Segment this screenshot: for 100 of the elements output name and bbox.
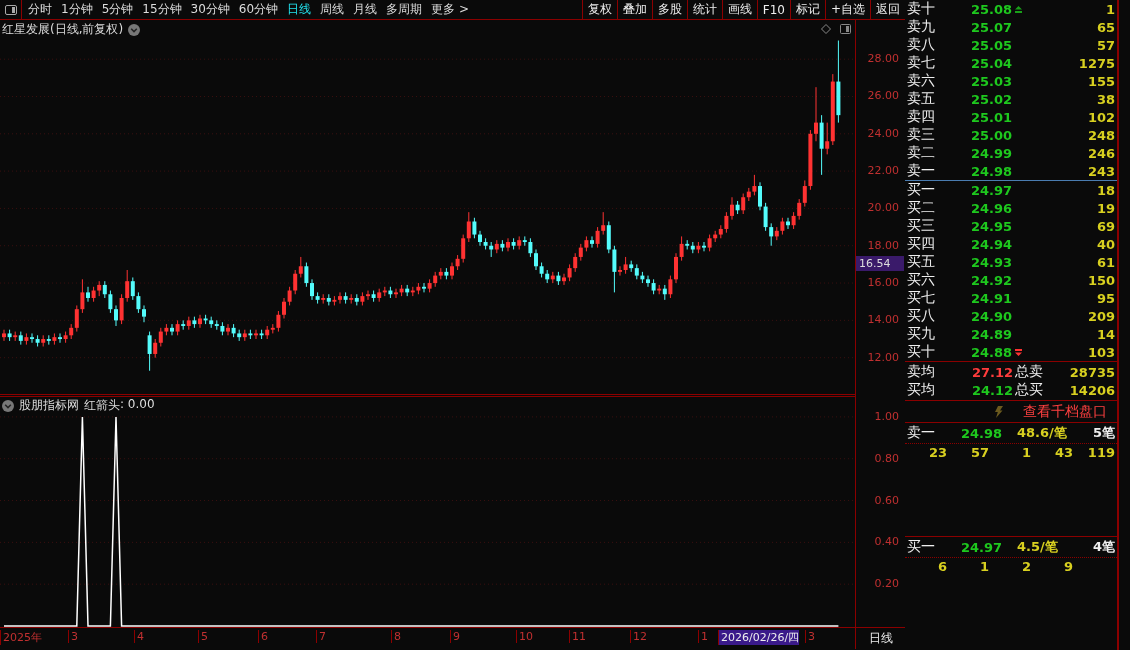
price-value: 25.04 bbox=[971, 55, 1013, 71]
price-value: 25.02 bbox=[971, 91, 1013, 107]
date-label: 7 bbox=[316, 630, 326, 643]
date-label: 11 bbox=[569, 630, 586, 643]
period-tab[interactable]: 日线 bbox=[287, 1, 312, 18]
price-value: 24.88 bbox=[971, 344, 1013, 360]
dropdown-icon[interactable] bbox=[2, 399, 14, 412]
price-value: 24.95 bbox=[971, 218, 1013, 234]
date-label: 3 bbox=[805, 630, 815, 643]
period-tab[interactable]: 更多 > bbox=[431, 1, 469, 18]
total-label: 总卖 bbox=[1015, 363, 1044, 381]
period-tab[interactable]: 分时 bbox=[28, 1, 52, 18]
average-price: 24.12 bbox=[971, 382, 1014, 398]
date-label: 2026/02/26/四 bbox=[718, 630, 800, 645]
price-value: 24.93 bbox=[971, 254, 1013, 270]
queue-price: 24.97 bbox=[961, 539, 1004, 555]
chart-title: 红星发展(日线,前复权) bbox=[2, 21, 124, 38]
price-value: 25.01 bbox=[971, 109, 1013, 125]
price-value: 25.00 bbox=[971, 127, 1013, 143]
volume-value: 243 bbox=[1086, 163, 1116, 179]
queue-price: 24.98 bbox=[961, 425, 1004, 441]
toolbar-button[interactable]: 统计 bbox=[686, 0, 722, 19]
volume-value: 155 bbox=[1086, 73, 1116, 89]
date-label: 4 bbox=[134, 630, 144, 643]
average-price: 27.12 bbox=[971, 364, 1014, 380]
order-size: 43 bbox=[1053, 445, 1073, 461]
depth-link[interactable]: 查看千档盘口 bbox=[1023, 402, 1108, 421]
axis-label: 0.20 bbox=[874, 577, 899, 591]
level-label: 买五 bbox=[907, 253, 936, 271]
axis-label: 18.00 bbox=[867, 238, 899, 252]
period-label: 日线 bbox=[868, 630, 893, 647]
average-label: 卖均 bbox=[907, 363, 936, 381]
series-name: 红箭头 bbox=[84, 397, 120, 414]
period-tab[interactable]: 60分钟 bbox=[238, 1, 279, 18]
period-tab[interactable]: 15分钟 bbox=[142, 1, 182, 18]
level-label: 买八 bbox=[907, 307, 936, 325]
toolbar-button[interactable]: 多股 bbox=[651, 0, 687, 19]
toolbar-button[interactable]: +自选 bbox=[824, 0, 870, 19]
volume-value: 57 bbox=[1095, 37, 1116, 53]
level-label: 买七 bbox=[907, 289, 936, 307]
queue-label: 买一 bbox=[907, 538, 936, 557]
down-arrow-icon bbox=[1015, 348, 1023, 356]
price-value: 25.03 bbox=[971, 73, 1013, 89]
price-value: 24.91 bbox=[971, 290, 1013, 306]
toolbar-button[interactable]: 复权 bbox=[581, 0, 617, 19]
toolbar-button[interactable]: 叠加 bbox=[616, 0, 652, 19]
axis-label: 12.00 bbox=[867, 350, 899, 364]
dropdown-icon[interactable] bbox=[128, 23, 141, 36]
date-label: 6 bbox=[258, 630, 268, 643]
volume-value: 69 bbox=[1095, 218, 1116, 234]
price-value: 25.05 bbox=[971, 37, 1013, 53]
order-size: 23 bbox=[927, 445, 947, 461]
order-size: 2 bbox=[1020, 559, 1031, 575]
volume-value: 14 bbox=[1095, 326, 1116, 342]
price-value: 25.07 bbox=[971, 19, 1013, 35]
toolbar-button[interactable]: 标记 bbox=[789, 0, 825, 19]
date-label: 9 bbox=[450, 630, 460, 643]
period-tab[interactable]: 1分钟 bbox=[61, 1, 93, 18]
order-count: 4笔 bbox=[1092, 538, 1116, 557]
period-tab[interactable]: 30分钟 bbox=[190, 1, 230, 18]
level-label: 卖三 bbox=[907, 126, 936, 144]
volume-value: 65 bbox=[1095, 19, 1116, 35]
axis-label: 28.00 bbox=[867, 52, 899, 66]
level-label: 卖九 bbox=[907, 18, 936, 36]
price-value: 24.94 bbox=[971, 236, 1013, 252]
date-label: 12 bbox=[630, 630, 647, 643]
price-value: 24.96 bbox=[971, 200, 1013, 216]
level-label: 卖四 bbox=[907, 108, 936, 126]
level-label: 买二 bbox=[907, 199, 936, 217]
toolbar-button[interactable]: F10 bbox=[756, 0, 790, 19]
price-value: 24.92 bbox=[971, 272, 1013, 288]
level-label: 卖十 bbox=[907, 0, 936, 18]
order-size: 1 bbox=[978, 559, 989, 575]
order-size: 57 bbox=[969, 445, 989, 461]
axis-label: 1.00 bbox=[874, 409, 899, 423]
level-label: 卖八 bbox=[907, 36, 936, 54]
axis-label: 24.00 bbox=[867, 126, 899, 140]
period-tab[interactable]: 月线 bbox=[353, 1, 378, 18]
volume-value: 18 bbox=[1095, 182, 1116, 198]
period-tab[interactable]: 周线 bbox=[320, 1, 345, 18]
toolbar-button[interactable]: 画线 bbox=[721, 0, 757, 19]
indicator-reading: : 0.00 bbox=[120, 397, 155, 413]
toolbar-button[interactable]: 返回 bbox=[870, 0, 905, 19]
order-size: 6 bbox=[936, 559, 947, 575]
order-size: 119 bbox=[1086, 445, 1115, 461]
volume-value: 1 bbox=[1105, 1, 1116, 17]
level-label: 卖七 bbox=[907, 54, 936, 72]
period-tab[interactable]: 5分钟 bbox=[101, 1, 134, 18]
price-value: 25.08 bbox=[971, 1, 1013, 17]
level-label: 卖六 bbox=[907, 72, 936, 90]
average-per-order: 48.6/笔 bbox=[1017, 424, 1068, 443]
price-value: 24.98 bbox=[971, 163, 1013, 179]
volume-value: 38 bbox=[1095, 91, 1116, 107]
volume-value: 40 bbox=[1095, 236, 1116, 252]
volume-value: 150 bbox=[1086, 272, 1116, 288]
level-label: 买三 bbox=[907, 217, 936, 235]
volume-value: 246 bbox=[1086, 145, 1116, 161]
period-tab[interactable]: 多周期 bbox=[386, 1, 423, 18]
panel-icon[interactable] bbox=[840, 24, 851, 34]
price-tag: 16.54 bbox=[856, 256, 904, 271]
